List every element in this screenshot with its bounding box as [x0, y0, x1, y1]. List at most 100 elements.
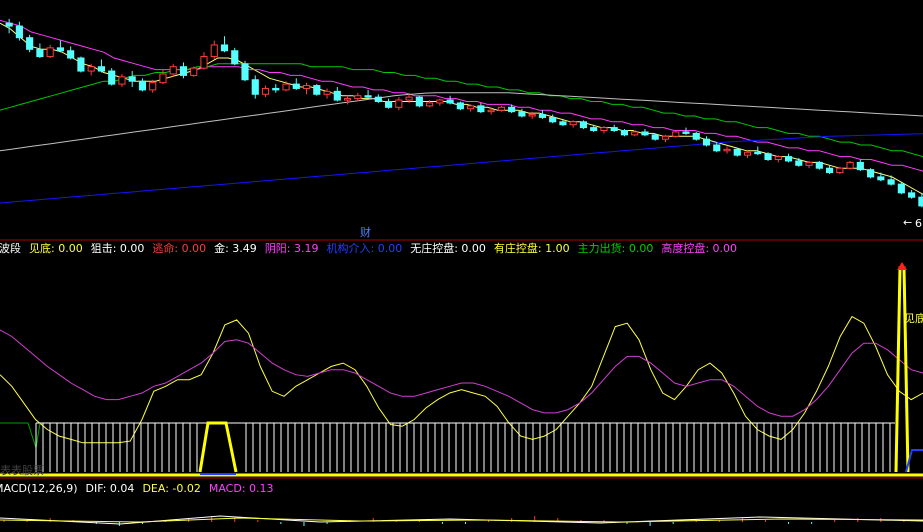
candle-body — [784, 156, 793, 162]
candle-body — [856, 161, 864, 171]
candle-body — [128, 76, 136, 82]
candle-body — [426, 102, 434, 107]
candle-body — [774, 156, 782, 161]
candle-body — [702, 138, 711, 146]
candle-body — [159, 73, 167, 84]
candle-body — [651, 134, 659, 140]
candle-body — [220, 44, 229, 52]
candle-body — [795, 160, 803, 166]
candle-body — [528, 114, 536, 117]
candle-body — [754, 151, 762, 155]
candle-body — [590, 127, 598, 131]
legend-item: 阴阳: 3.19 — [265, 242, 319, 255]
candle-body — [713, 144, 721, 152]
candle-body — [620, 130, 629, 136]
price-panel[interactable] — [0, 18, 923, 208]
legend-item: DEA: -0.02 — [142, 482, 200, 495]
bottom-signal-spike — [894, 266, 910, 473]
candle-body — [661, 135, 670, 140]
macd-legend: MACD(12,26,9) DIF: 0.04 DEA: -0.02 MACD: 0.… — [0, 482, 274, 495]
candle-body — [354, 95, 362, 100]
candle-body — [292, 83, 300, 89]
oscillator-panel[interactable] — [0, 262, 923, 477]
candle-body — [36, 48, 44, 58]
arrow-left-icon: ← — [903, 216, 912, 229]
candle-body — [897, 183, 905, 194]
candle-body — [641, 131, 649, 136]
candle-body — [815, 161, 823, 169]
legend-item: 机构介入: 0.00 — [327, 241, 403, 255]
legend-item: 高度控盘: 0.00 — [661, 241, 737, 255]
oscillator-line — [0, 329, 923, 417]
candle-body — [87, 66, 95, 72]
candle-body — [508, 106, 516, 113]
legend-item: 金: 3.49 — [214, 241, 257, 255]
candle-body — [323, 90, 331, 95]
legend-item: MACD: 0.13 — [209, 482, 274, 495]
candle-body — [887, 179, 895, 185]
candle-body — [374, 96, 382, 103]
candle-body — [395, 99, 403, 108]
candle-body — [343, 98, 352, 101]
candle-body — [46, 47, 54, 58]
bottom-signal-arrow — [897, 262, 907, 270]
legend-item: 狙击: 0.00 — [91, 242, 145, 255]
moving-average-line — [0, 92, 923, 152]
candle-body — [67, 50, 75, 59]
candle-body — [210, 44, 218, 58]
stock-chart: 财 ← 6 金波段见底: 0.00 狙击: 0.00 逃命: 0.00 金: 3.49… — [0, 18, 923, 526]
candle-body — [867, 169, 875, 178]
candle-body — [5, 22, 13, 27]
candle-body — [436, 99, 444, 104]
macd-panel[interactable] — [0, 515, 923, 526]
candle-body — [77, 57, 85, 72]
candle-body — [538, 114, 546, 118]
candle-body — [282, 83, 290, 91]
candle-body — [15, 25, 23, 39]
legend-item: 主力出货: 0.00 — [578, 241, 654, 255]
band-edge — [0, 422, 41, 449]
candle-body — [825, 167, 834, 174]
candle-body — [272, 87, 280, 91]
indicator-legend: 金波段见底: 0.00 狙击: 0.00 逃命: 0.00 金: 3.49 阴阳: 3.… — [0, 241, 737, 255]
candle-body — [918, 196, 923, 207]
candle-body — [179, 66, 188, 76]
candle-body — [251, 79, 259, 95]
candle-body — [200, 56, 208, 69]
legend-item: DIF: 0.04 — [86, 482, 135, 495]
candle-body — [672, 131, 680, 137]
candle-body — [631, 131, 639, 136]
candle-body — [723, 148, 731, 152]
bottom-signal-label: 见底 — [904, 311, 923, 325]
candle-body — [313, 85, 321, 95]
candle-body — [487, 109, 495, 113]
candle-body — [97, 66, 106, 72]
candle-body — [733, 148, 741, 156]
candle-body — [333, 90, 341, 101]
signal-pulse — [198, 421, 238, 473]
candle-body — [446, 99, 454, 104]
candle-body — [743, 151, 752, 156]
dea-line — [0, 517, 923, 523]
candle-body — [456, 102, 464, 110]
candle-body — [805, 161, 813, 166]
moving-average-line — [0, 19, 923, 172]
candle-body — [118, 76, 126, 85]
moving-average-line — [0, 63, 923, 158]
candle-body — [569, 121, 577, 126]
candle-body — [846, 161, 854, 169]
candle-body — [405, 96, 413, 101]
candle-body — [610, 127, 618, 131]
candle-body — [559, 121, 567, 126]
candle-body — [26, 37, 34, 50]
candle-body — [467, 105, 475, 110]
candle-body — [302, 85, 311, 89]
candle-body — [385, 101, 393, 108]
candle-body — [579, 121, 588, 129]
candle-body — [764, 153, 772, 160]
oscillator-watermark: 表表股票 — [0, 463, 44, 477]
candle-body — [682, 131, 690, 134]
candle-body — [877, 176, 885, 181]
candle-body — [477, 105, 485, 113]
candle-body — [692, 132, 700, 140]
